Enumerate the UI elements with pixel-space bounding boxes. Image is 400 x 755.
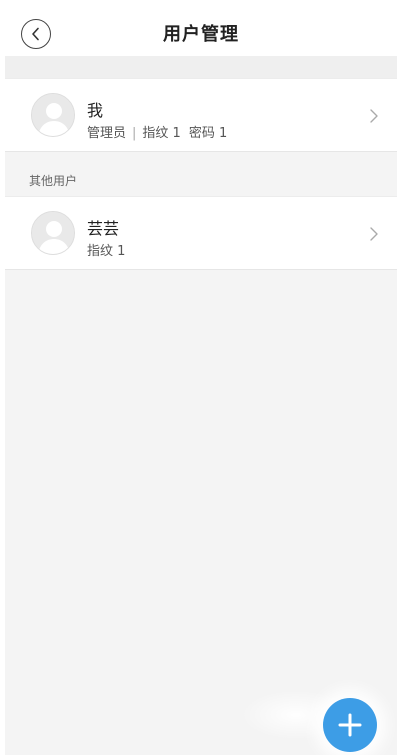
user-fingerprint: 指纹 1 bbox=[87, 244, 126, 259]
add-user-button[interactable] bbox=[323, 698, 377, 752]
user-row-other[interactable]: 芸芸 指纹 1 bbox=[5, 196, 397, 270]
user-name: 我 bbox=[87, 101, 104, 120]
user-role: 管理员 bbox=[87, 126, 127, 141]
plus-icon bbox=[338, 713, 362, 737]
avatar bbox=[31, 93, 75, 137]
user-avatar-icon bbox=[32, 212, 74, 254]
user-meta: 管理员 | 指纹 1 密码 1 bbox=[87, 122, 227, 141]
avatar bbox=[31, 211, 75, 255]
chevron-right-icon bbox=[370, 227, 378, 241]
user-password: 密码 1 bbox=[188, 126, 228, 141]
user-name: 芸芸 bbox=[87, 219, 120, 238]
user-meta: 指纹 1 bbox=[87, 240, 125, 259]
page-title: 用户管理 bbox=[163, 24, 239, 45]
user-avatar-icon bbox=[32, 94, 74, 136]
user-fingerprint: 指纹 1 bbox=[142, 126, 181, 141]
meta-separator: | bbox=[132, 126, 137, 141]
chevron-right-icon bbox=[370, 109, 378, 123]
section-divider bbox=[5, 56, 397, 78]
user-management-screen: 用户管理 我 管理员 | 指纹 1 密码 1 其他用户 芸芸 指纹 1 bbox=[5, 0, 397, 755]
section-label-other-users: 其他用户 bbox=[29, 174, 78, 188]
user-row-me[interactable]: 我 管理员 | 指纹 1 密码 1 bbox=[5, 78, 397, 152]
navigation-bar: 用户管理 bbox=[5, 0, 397, 56]
